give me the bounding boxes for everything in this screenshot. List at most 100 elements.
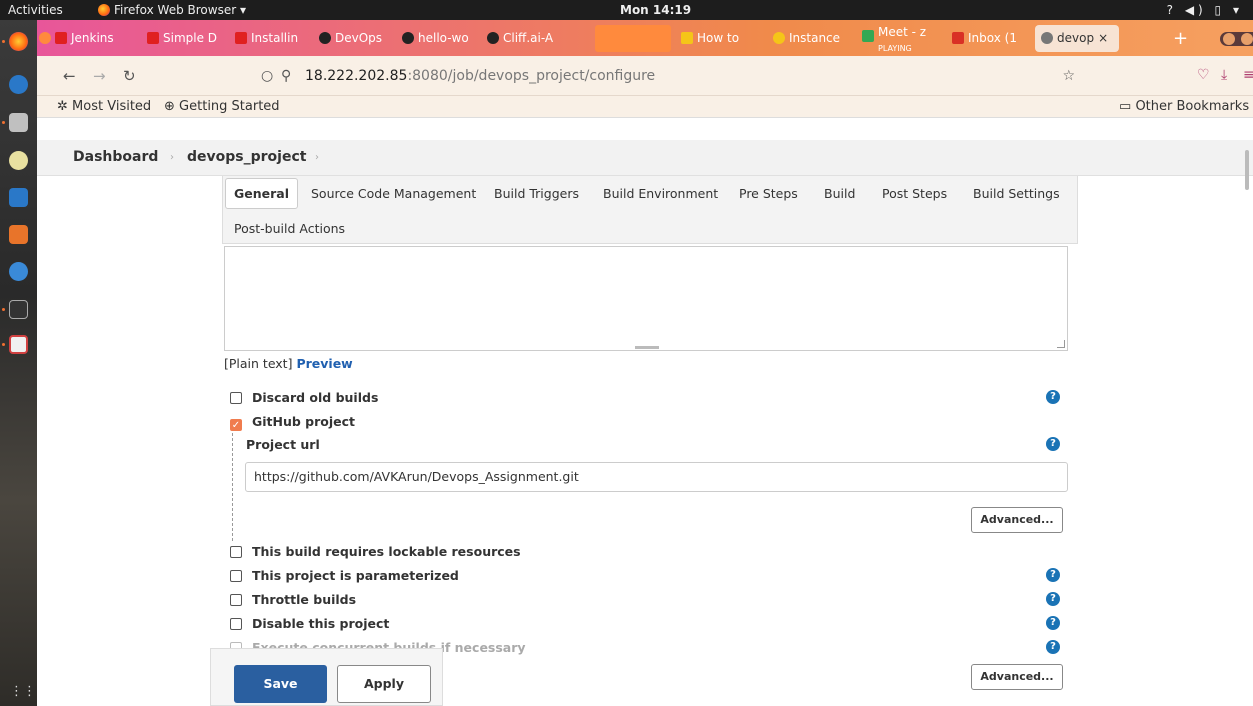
resize-grip[interactable] [635, 346, 659, 349]
discard-checkbox[interactable] [230, 392, 242, 404]
thunderbird-dock-icon[interactable] [9, 75, 28, 94]
app-menu[interactable]: Firefox Web Browser ▾ [98, 3, 246, 17]
description-textarea[interactable] [224, 246, 1068, 351]
option-throttle-builds[interactable]: Throttle builds [230, 592, 356, 607]
save-button[interactable]: Save [234, 665, 327, 703]
url-bar[interactable]: ○ ⚲ 18.222.202.85:8080/job/devops_projec… [255, 62, 1095, 90]
help-dock-icon[interactable] [9, 262, 28, 281]
tab-devops-active[interactable]: devop × [1035, 25, 1119, 52]
tab-source-code-management[interactable]: Source Code Management [311, 186, 476, 201]
menu-icon[interactable]: ≡ [1243, 67, 1253, 83]
running-indicator [2, 40, 5, 43]
insecure-lock-icon[interactable]: ⚲ [281, 62, 291, 90]
download-icon[interactable]: ⤓ [1221, 67, 1227, 83]
help-icon[interactable]: ? [1046, 437, 1060, 451]
tab-build[interactable]: Build [824, 186, 855, 201]
tab-general[interactable]: General [225, 178, 298, 209]
resize-handle-icon[interactable] [1057, 340, 1065, 348]
github-checkbox[interactable]: ✓ [230, 419, 242, 431]
back-arrow-icon[interactable]: ← [63, 67, 76, 85]
lockable-checkbox[interactable] [230, 546, 242, 558]
rhythmbox-dock-icon[interactable] [9, 151, 28, 170]
tab-how-to[interactable]: How to [681, 25, 746, 52]
tab-post-steps[interactable]: Post Steps [882, 186, 947, 201]
tab-post-build-actions[interactable]: Post-build Actions [234, 221, 345, 236]
apply-button[interactable]: Apply [337, 665, 431, 703]
config-tabs: General Source Code Management Build Tri… [222, 176, 1078, 244]
arrow-icon [681, 32, 693, 44]
forward-arrow-icon[interactable]: → [93, 67, 106, 85]
system-tray[interactable]: ? ◀) ▯ ▾ [1167, 3, 1243, 17]
browser-tab-bar: Jenkins Simple D Installin DevOps hello-… [37, 20, 1253, 56]
option-parameterized[interactable]: This project is parameterized [230, 568, 459, 583]
help-icon[interactable]: ? [1046, 390, 1060, 404]
software-dock-icon[interactable] [9, 225, 28, 244]
github-icon [487, 32, 499, 44]
writer-dock-icon[interactable] [9, 188, 28, 207]
breadcrumb-dashboard[interactable]: Dashboard [73, 149, 158, 165]
option-lockable-resources[interactable]: This build requires lockable resources [230, 544, 521, 559]
tab-label: Meet - z [878, 25, 927, 39]
tab-build-triggers[interactable]: Build Triggers [494, 186, 579, 201]
help-icon[interactable]: ? [1046, 616, 1060, 630]
parameterized-checkbox[interactable] [230, 570, 242, 582]
option-label: Disable this project [252, 616, 390, 631]
bookmark-most-visited[interactable]: ✲ Most Visited [57, 99, 151, 114]
tab-build-environment[interactable]: Build Environment [603, 186, 718, 201]
throttle-checkbox[interactable] [230, 594, 242, 606]
tab-meet[interactable]: Meet - z PLAYING [862, 25, 944, 52]
minimize-icon[interactable] [1223, 33, 1235, 45]
project-url-input[interactable]: https://github.com/AVKArun/Devops_Assign… [245, 462, 1068, 492]
firefox-icon [98, 4, 110, 16]
bookmark-getting-started[interactable]: ⊕ Getting Started [164, 99, 280, 114]
gear-icon: ✲ [57, 99, 68, 114]
extension-icons[interactable] [595, 25, 671, 52]
reload-icon[interactable]: ↻ [123, 67, 136, 85]
shield-icon[interactable]: ○ [261, 62, 273, 90]
help-icon[interactable]: ? [1046, 568, 1060, 582]
option-discard-old-builds[interactable]: Discard old builds [230, 390, 378, 405]
running-indicator [2, 121, 5, 124]
option-label: Throttle builds [252, 592, 357, 607]
help-icon[interactable]: ? [1046, 640, 1060, 654]
tab-cliff[interactable]: Cliff.ai-A [487, 25, 587, 52]
tab-build-settings[interactable]: Build Settings [973, 186, 1060, 201]
help-icon[interactable]: ? [1046, 592, 1060, 606]
pocket-icon[interactable]: ♡ [1197, 67, 1210, 83]
breadcrumb-project[interactable]: devops_project [187, 149, 306, 165]
tab-hello-world[interactable]: hello-wo [402, 25, 478, 52]
window-controls [1220, 32, 1253, 46]
advanced-button[interactable]: Advanced... [971, 507, 1063, 533]
option-disable-project[interactable]: Disable this project [230, 616, 389, 631]
show-apps-icon[interactable]: ⋮⋮ [10, 684, 36, 700]
tab-pre-steps[interactable]: Pre Steps [739, 186, 798, 201]
bookmark-star-icon[interactable]: ☆ [1062, 62, 1075, 90]
tab-instance[interactable]: Instance [773, 25, 853, 52]
advanced-button[interactable]: Advanced... [971, 664, 1063, 690]
maximize-icon[interactable] [1241, 33, 1253, 45]
tab-simple[interactable]: Simple D [147, 25, 227, 52]
screenshot-dock-icon[interactable] [9, 335, 28, 354]
firefox-dock-icon[interactable] [9, 32, 28, 51]
clock[interactable]: Mon 14:19 [620, 3, 691, 17]
preview-link[interactable]: Preview [296, 356, 352, 371]
tab-label: Simple D [163, 31, 218, 45]
bookmark-other[interactable]: ▭ Other Bookmarks [1119, 99, 1249, 114]
youtube-icon [235, 32, 247, 44]
disable-checkbox[interactable] [230, 618, 242, 630]
tab-installing[interactable]: Installin [235, 25, 313, 52]
close-tab-icon[interactable]: × [1098, 31, 1108, 45]
tab-devops[interactable]: DevOps [319, 25, 394, 52]
new-tab-button[interactable]: + [1173, 25, 1188, 52]
tab-label: Instance [789, 31, 841, 45]
breadcrumb-separator-icon[interactable]: › [315, 152, 319, 163]
option-github-project[interactable]: ✓ GitHub project [230, 414, 355, 431]
url-path: :8080/job/devops_project/configure [407, 68, 656, 84]
tab-jenkins[interactable]: Jenkins [55, 25, 140, 52]
files-dock-icon[interactable] [9, 113, 28, 132]
firefox-view-icon[interactable] [39, 25, 53, 52]
activities-button[interactable]: Activities [8, 3, 63, 17]
page-scrollbar[interactable] [1245, 150, 1249, 190]
terminal-dock-icon[interactable] [9, 300, 28, 319]
tab-inbox[interactable]: Inbox (1 [952, 25, 1032, 52]
